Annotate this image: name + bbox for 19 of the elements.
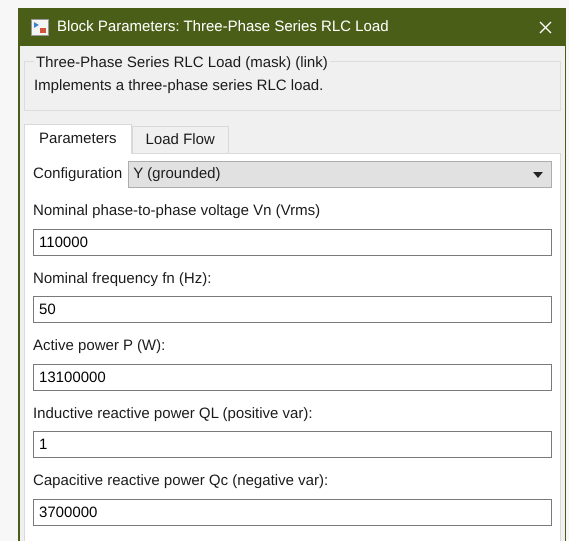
tab[interactable]: Parameters	[24, 124, 132, 154]
input-field[interactable]: 50	[33, 296, 552, 323]
field-label: Nominal frequency fn (Hz):	[33, 268, 212, 288]
field-label: Nominal phase-to-phase voltage Vn (Vrms)	[33, 201, 322, 221]
input-field[interactable]: 3700000	[33, 498, 552, 526]
tab[interactable]: Load Flow	[132, 126, 229, 153]
caret-icon	[533, 172, 543, 178]
block-icon	[31, 18, 49, 36]
close-icon[interactable]	[539, 20, 552, 34]
field-label: Inductive reactive power QL (positive var):	[33, 404, 314, 424]
field-label: Configuration	[33, 164, 122, 184]
input-field[interactable]: 1	[33, 431, 552, 458]
input-field[interactable]: 110000	[33, 228, 552, 256]
mask-description: Implements a three-phase series RLC load.	[34, 76, 324, 96]
field-label: Capacitive reactive power Qc (negative var):	[33, 471, 330, 491]
configuration-dropdown[interactable]: Y (grounded)	[128, 161, 552, 188]
window-title: Block Parameters: Three-Phase Series RLC Load	[57, 16, 389, 37]
input-field[interactable]: 13100000	[33, 364, 552, 390]
field-label: Active power P (W):	[33, 336, 166, 356]
